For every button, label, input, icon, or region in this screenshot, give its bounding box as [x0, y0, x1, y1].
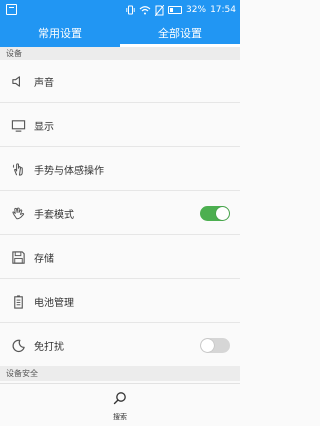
- settings-item-sound[interactable]: 声音: [0, 60, 240, 103]
- notification-icon: [6, 4, 17, 15]
- monitor-icon: [10, 117, 26, 133]
- no-sim-icon: [155, 4, 165, 16]
- settings-item-label: 手套模式: [34, 209, 74, 221]
- bottom-bar: 搜索: [0, 383, 240, 426]
- search-label: 搜索: [113, 413, 127, 421]
- floppy-disk-icon: [10, 249, 26, 265]
- speaker-icon: [10, 73, 26, 89]
- tab-common-settings[interactable]: 常用设置: [0, 20, 120, 47]
- search-button[interactable]: 搜索: [105, 390, 135, 422]
- settings-item-label: 手势与体感操作: [34, 165, 104, 177]
- section-header-device-security: 设备安全: [0, 366, 240, 381]
- settings-item-label: 声音: [34, 77, 54, 89]
- settings-tabs: 常用设置 全部设置: [0, 20, 240, 47]
- section-header-device: 设备: [0, 47, 240, 60]
- settings-item-do-not-disturb[interactable]: 免打扰: [0, 324, 240, 367]
- settings-item-battery[interactable]: 电池管理: [0, 280, 240, 323]
- settings-item-label: 免打扰: [34, 342, 64, 353]
- settings-item-storage[interactable]: 存储: [0, 236, 240, 279]
- toggle-knob: [216, 207, 229, 220]
- glove-mode-toggle[interactable]: [200, 206, 230, 221]
- hand-gesture-icon: [10, 161, 26, 177]
- settings-item-label: 电池管理: [34, 297, 74, 309]
- search-icon: [113, 390, 127, 409]
- settings-item-label: 显示: [34, 121, 54, 133]
- clock: 17:54: [210, 5, 236, 15]
- settings-item-label: 存储: [34, 253, 54, 265]
- moon-icon: [10, 338, 26, 354]
- status-bar: 32% 17:54: [0, 0, 240, 20]
- battery-icon: [10, 293, 26, 309]
- vibrate-icon: [126, 5, 135, 15]
- settings-item-gestures[interactable]: 手势与体感操作: [0, 148, 240, 191]
- battery-status-icon: [168, 6, 183, 14]
- wifi-icon: [139, 5, 151, 15]
- tab-all-settings[interactable]: 全部设置: [120, 20, 240, 47]
- do-not-disturb-toggle[interactable]: [200, 338, 230, 353]
- glove-icon: [10, 205, 26, 221]
- battery-percent: 32%: [186, 5, 207, 15]
- toggle-knob: [201, 339, 214, 352]
- settings-item-display[interactable]: 显示: [0, 104, 240, 147]
- settings-item-glove-mode[interactable]: 手套模式: [0, 192, 240, 235]
